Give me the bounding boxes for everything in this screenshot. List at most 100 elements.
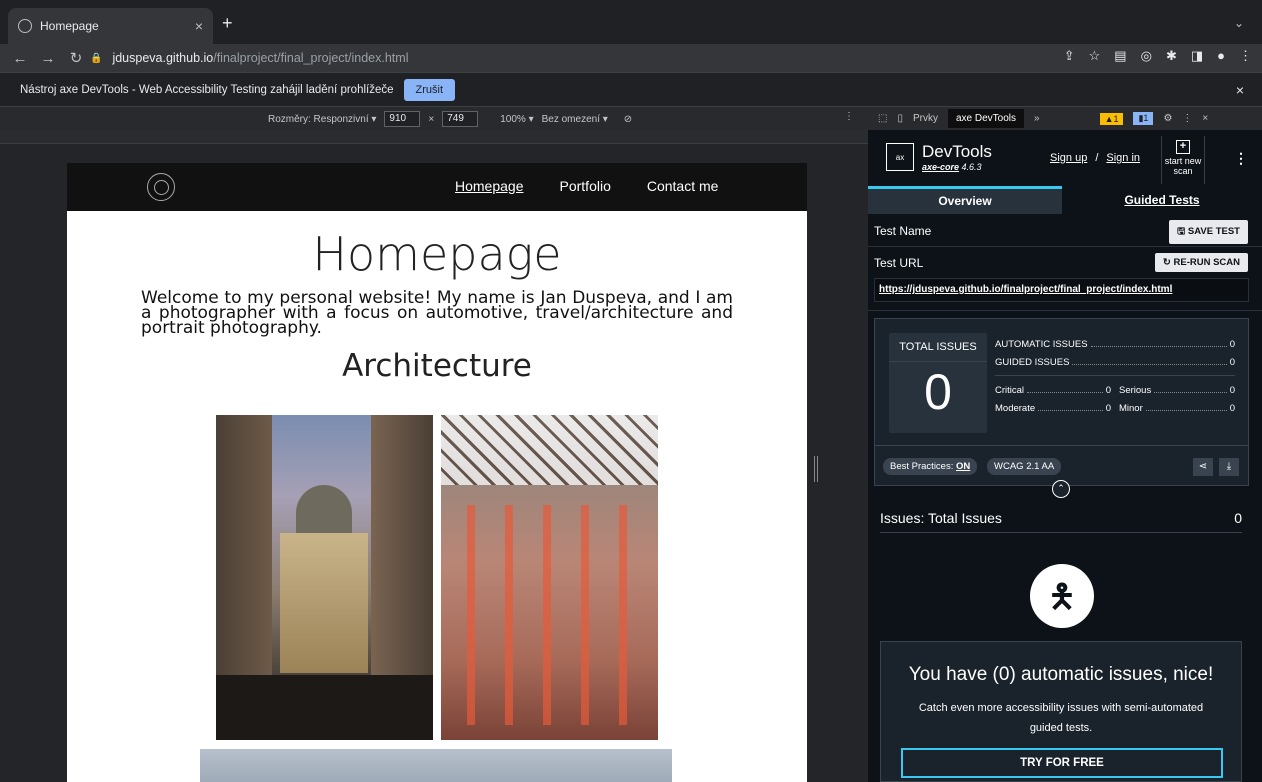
device-icon[interactable]: ▯ bbox=[897, 113, 903, 124]
more-options-icon[interactable]: ⋮ bbox=[844, 111, 854, 122]
browser-tab[interactable]: Homepage × bbox=[8, 8, 213, 44]
new-tab-button[interactable]: + bbox=[222, 14, 233, 32]
extension-w-icon[interactable]: ◎ bbox=[1141, 48, 1152, 64]
aperture-logo-icon[interactable] bbox=[147, 173, 175, 201]
inspect-icon[interactable]: ⬚ bbox=[878, 113, 887, 124]
rerun-scan-button[interactable]: ↻ RE-RUN SCAN bbox=[1154, 253, 1248, 272]
width-input[interactable]: 910 bbox=[384, 111, 421, 127]
collapse-icon[interactable]: ⌃ bbox=[1052, 480, 1070, 498]
device-toolbar: Rozměry: Responzivní ▾ 910 × 749 100% ▾ … bbox=[0, 106, 868, 130]
rotate-icon[interactable]: ⊘ bbox=[624, 114, 632, 125]
nav-link-contact[interactable]: Contact me bbox=[647, 178, 719, 194]
profile-icon[interactable]: ● bbox=[1217, 48, 1225, 64]
close-icon[interactable]: × bbox=[1202, 113, 1208, 124]
menu-icon[interactable]: ⋮ bbox=[1239, 48, 1252, 64]
throttle-dropdown[interactable]: Bez omezení ▾ bbox=[542, 114, 608, 125]
site-navbar: Homepage Portfolio Contact me bbox=[67, 163, 807, 211]
test-url-link[interactable]: https://jduspeva.github.io/finalproject/… bbox=[874, 278, 1249, 302]
tab-elements[interactable]: Prvky bbox=[913, 113, 938, 124]
zoom-dropdown[interactable]: 100% ▾ bbox=[500, 114, 533, 125]
accessibility-icon: 🯅 bbox=[1030, 564, 1094, 628]
moderate-label: Moderate bbox=[995, 403, 1036, 414]
save-test-button[interactable]: 🖫 SAVE TEST bbox=[1169, 220, 1248, 244]
sign-in-link[interactable]: Sign in bbox=[1106, 152, 1140, 164]
photo-partial[interactable] bbox=[200, 749, 672, 782]
photo-courtyard[interactable] bbox=[441, 415, 658, 740]
moderate-count: 0 bbox=[1105, 403, 1111, 414]
tab-axe-devtools[interactable]: axe DevTools bbox=[947, 109, 1024, 128]
browser-toolbar: ← → ↻ 🔒 jduspeva.github.io/finalproject/… bbox=[0, 44, 1262, 72]
sign-up-link[interactable]: Sign up bbox=[1050, 152, 1087, 164]
url-path: /finalproject/final_project/index.html bbox=[213, 51, 409, 65]
chevron-down-icon[interactable]: ⌄ bbox=[1234, 16, 1244, 30]
promo-card: You have (0) automatic issues, nice! Cat… bbox=[880, 641, 1242, 782]
tab-guided-tests[interactable]: Guided Tests bbox=[1062, 186, 1262, 214]
best-practices-toggle[interactable]: Best Practices: ON bbox=[883, 458, 978, 475]
test-name-label: Test Name bbox=[874, 224, 932, 238]
sidepanel-icon[interactable]: ◨ bbox=[1191, 48, 1203, 64]
guided-issues-count: 0 bbox=[1229, 357, 1235, 368]
test-url-label: Test URL bbox=[874, 256, 924, 270]
automatic-issues-label: AUTOMATIC ISSUES bbox=[995, 339, 1088, 350]
puzzle-icon[interactable]: ✱ bbox=[1166, 48, 1177, 64]
axe-mode-tabs: Overview Guided Tests bbox=[868, 186, 1262, 214]
critical-count: 0 bbox=[1105, 385, 1111, 396]
warnings-badge[interactable]: ▲1 bbox=[1099, 112, 1124, 125]
promo-text: Catch even more accessibility issues wit… bbox=[918, 702, 1204, 734]
issues-heading: Issues: Total Issues 0 bbox=[880, 510, 1242, 533]
infobar-message: Nástroj axe DevTools - Web Accessibility… bbox=[20, 83, 394, 96]
messages-badge[interactable]: ▮1 bbox=[1133, 112, 1154, 125]
automatic-issues-count: 0 bbox=[1229, 339, 1235, 350]
height-input[interactable]: 749 bbox=[442, 111, 479, 127]
minor-label: Minor bbox=[1119, 403, 1143, 414]
serious-label: Serious bbox=[1119, 385, 1152, 396]
brand-name: DevTools bbox=[922, 142, 992, 161]
tab-overview[interactable]: Overview bbox=[868, 186, 1062, 214]
lock-icon: 🔒 bbox=[90, 52, 103, 64]
back-icon[interactable]: ← bbox=[12, 50, 28, 67]
photo-gallery bbox=[216, 415, 658, 740]
resize-handle[interactable] bbox=[814, 456, 818, 482]
close-icon[interactable]: × bbox=[1236, 82, 1244, 98]
issues-heading-count: 0 bbox=[1234, 510, 1242, 526]
kebab-menu-icon[interactable]: ⋮ bbox=[1234, 150, 1248, 167]
intro-text: Welcome to my personal website! My name … bbox=[141, 288, 733, 338]
forward-icon[interactable]: → bbox=[40, 50, 56, 67]
axe-logo-icon: ax bbox=[886, 143, 914, 171]
download-icon[interactable]: ⤓ bbox=[1219, 458, 1239, 476]
axe-devtools-panel: ⬚ ▯ Prvky axe DevTools » ▲1 ▮1 ⚙ ⋮ × ax … bbox=[868, 106, 1262, 782]
issues-summary: TOTAL ISSUES 0 AUTOMATIC ISSUES 0 GUIDED … bbox=[874, 318, 1249, 486]
axe-core-link[interactable]: axe-core bbox=[922, 162, 959, 172]
photo-basilica[interactable] bbox=[216, 415, 433, 740]
emulated-page: Homepage Portfolio Contact me Homepage W… bbox=[67, 163, 807, 782]
issues-heading-label: Issues: Total Issues bbox=[880, 510, 1002, 526]
reader-icon[interactable]: ▤ bbox=[1114, 48, 1126, 64]
more-options-icon[interactable]: ⋮ bbox=[1182, 113, 1192, 124]
total-issues-label: TOTAL ISSUES bbox=[889, 333, 987, 362]
standard-chip[interactable]: WCAG 2.1 AA bbox=[987, 458, 1062, 475]
section-title: Architecture bbox=[342, 348, 532, 384]
share-icon[interactable]: ⋖ bbox=[1193, 458, 1213, 476]
serious-count: 0 bbox=[1229, 385, 1235, 396]
start-new-scan-button[interactable]: + start new scan bbox=[1161, 136, 1205, 184]
nav-link-homepage[interactable]: Homepage bbox=[455, 178, 524, 194]
reload-icon[interactable]: ↻ bbox=[68, 49, 84, 67]
cancel-button[interactable]: Zrušit bbox=[403, 78, 456, 101]
share-icon[interactable]: ⇪ bbox=[1064, 48, 1075, 64]
promo-heading: You have (0) automatic issues, nice! bbox=[908, 664, 1214, 685]
nav-link-portfolio[interactable]: Portfolio bbox=[560, 178, 611, 194]
dimensions-dropdown[interactable]: Rozměry: Responzivní ▾ bbox=[268, 114, 376, 125]
total-issues-count: 0 bbox=[924, 364, 952, 420]
media-query-ruler bbox=[0, 130, 868, 144]
try-for-free-button[interactable]: TRY FOR FREE bbox=[901, 748, 1223, 778]
axe-header: ax DevTools axe-core 4.6.3 Sign up / Sig… bbox=[868, 130, 1262, 186]
minor-count: 0 bbox=[1229, 403, 1235, 414]
times-icon: × bbox=[428, 113, 435, 125]
close-icon[interactable]: × bbox=[195, 18, 203, 34]
debugging-infobar: Nástroj axe DevTools - Web Accessibility… bbox=[0, 72, 1262, 106]
more-tabs-icon[interactable]: » bbox=[1034, 113, 1040, 124]
gear-icon[interactable]: ⚙ bbox=[1163, 113, 1172, 124]
summary-footer: Best Practices: ON WCAG 2.1 AA ⋖ ⤓ bbox=[875, 445, 1248, 485]
browser-tab-strip: Homepage × + ⌄ bbox=[0, 0, 1262, 44]
star-icon[interactable]: ☆ bbox=[1089, 48, 1101, 64]
